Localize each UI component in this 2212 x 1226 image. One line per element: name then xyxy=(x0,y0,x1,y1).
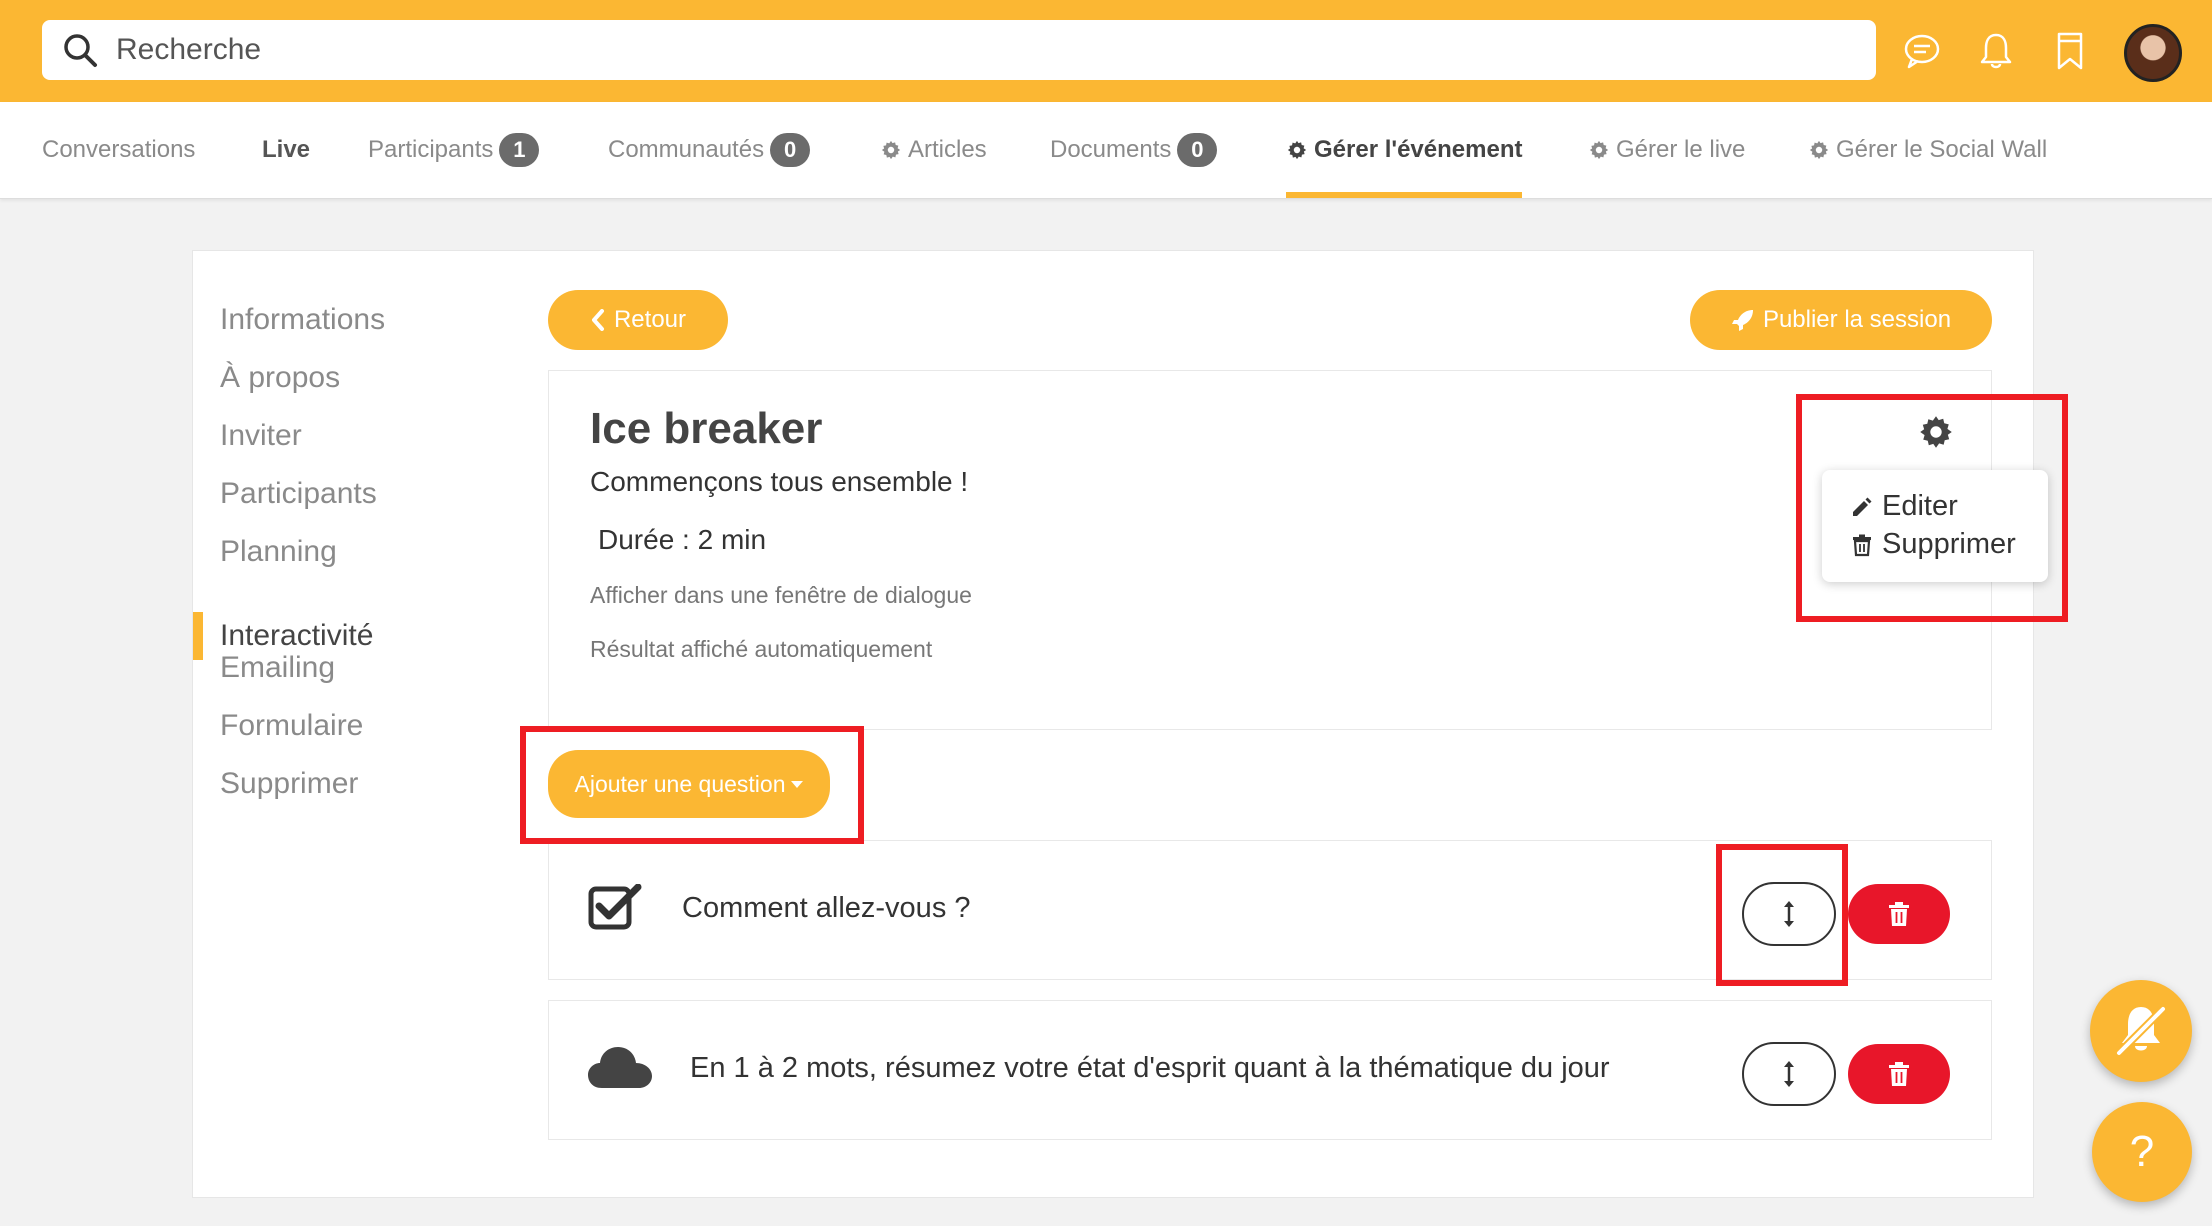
bookmark-icon[interactable] xyxy=(2050,31,2090,71)
reorder-button[interactable] xyxy=(1742,1042,1836,1106)
tab-label: Conversations xyxy=(42,136,196,163)
gear-icon xyxy=(1287,140,1307,160)
session-duration: Durée : 2 min xyxy=(598,524,767,555)
sidebar-item-planning[interactable]: Planning xyxy=(220,528,337,576)
publish-button[interactable]: Publier la session xyxy=(1690,290,1992,350)
cloud-icon xyxy=(588,1047,652,1088)
delete-question-button[interactable] xyxy=(1848,1044,1950,1104)
tab-conversations[interactable]: Conversations xyxy=(42,102,195,198)
sidebar-item-a-propos[interactable]: À propos xyxy=(220,354,340,402)
search-bar[interactable] xyxy=(42,20,1876,80)
trash-icon xyxy=(1889,902,1909,926)
sidebar-item-supprimer[interactable]: Supprimer xyxy=(220,760,358,808)
tab-participants[interactable]: Participants 1 xyxy=(368,102,540,198)
option-result: Résultat affiché automatiquement xyxy=(590,636,933,662)
tab-label: Participants xyxy=(368,136,494,163)
tab-gerer-social-wall[interactable]: Gérer le Social Wall xyxy=(1808,102,2047,198)
tab-gerer-live[interactable]: Gérer le live xyxy=(1588,102,1745,198)
nav-tabs: Conversations Live Participants 1 Commun… xyxy=(0,102,2212,199)
sort-arrows-icon xyxy=(1784,1061,1794,1087)
highlight-box-add-question xyxy=(520,726,864,844)
gear-icon xyxy=(881,140,901,160)
highlight-box-reorder xyxy=(1716,844,1848,986)
rocket-icon xyxy=(1731,310,1753,331)
trash-icon xyxy=(1889,1062,1909,1086)
search-icon xyxy=(64,34,97,67)
tab-articles[interactable]: Articles xyxy=(880,102,987,198)
tab-live[interactable]: Live xyxy=(262,102,310,198)
back-button[interactable]: Retour xyxy=(548,290,728,350)
help-button[interactable]: ? xyxy=(2092,1102,2192,1202)
sidebar-item-inviter[interactable]: Inviter xyxy=(220,412,302,460)
gear-icon xyxy=(1809,140,1829,160)
bell-slash-icon xyxy=(2116,1006,2166,1056)
chevron-left-icon xyxy=(591,309,604,331)
gear-icon xyxy=(1589,140,1609,160)
question-text: En 1 à 2 mots, résumez votre état d'espr… xyxy=(690,1052,1610,1084)
sidebar-item-informations[interactable]: Informations xyxy=(220,296,385,344)
delete-question-button[interactable] xyxy=(1848,884,1950,944)
option-dialog: Afficher dans une fenêtre de dialogue xyxy=(590,582,972,608)
sidebar-item-formulaire[interactable]: Formulaire xyxy=(220,702,363,750)
count-badge: 0 xyxy=(770,133,811,167)
count-badge: 1 xyxy=(499,133,540,167)
tab-label: Gérer l'événement xyxy=(1314,136,1523,163)
user-avatar[interactable] xyxy=(2124,24,2182,82)
publish-button-label: Publier la session xyxy=(1762,306,1952,333)
question-text: Comment allez-vous ? xyxy=(682,892,971,924)
tab-label: Live xyxy=(262,136,311,163)
sidebar-item-participants[interactable]: Participants xyxy=(220,470,377,518)
help-label: ? xyxy=(2129,1127,2155,1176)
checkbox-icon xyxy=(588,884,642,930)
bell-icon[interactable] xyxy=(1976,31,2016,71)
chat-icon[interactable] xyxy=(1902,31,1942,71)
tab-label: Gérer le live xyxy=(1616,136,1746,163)
search-input[interactable] xyxy=(114,32,1818,68)
tab-label: Articles xyxy=(908,136,987,163)
highlight-box-gear-menu xyxy=(1796,394,2068,622)
session-title: Ice breaker xyxy=(590,404,823,453)
tab-communautes[interactable]: Communautés 0 xyxy=(608,102,811,198)
tab-documents[interactable]: Documents 0 xyxy=(1050,102,1218,198)
tab-label: Communautés xyxy=(608,136,765,163)
top-bar xyxy=(0,0,2212,102)
tab-label: Documents xyxy=(1050,136,1172,163)
mute-notifications-button[interactable] xyxy=(2090,980,2192,1082)
back-button-label: Retour xyxy=(613,306,687,333)
active-indicator xyxy=(193,612,203,660)
count-badge: 0 xyxy=(1177,133,1218,167)
tab-gerer-evenement[interactable]: Gérer l'événement xyxy=(1286,102,1523,198)
tab-label: Gérer le Social Wall xyxy=(1836,136,2048,163)
session-subtitle: Commençons tous ensemble ! xyxy=(590,466,969,497)
sidebar-item-emailing[interactable]: Emailing xyxy=(220,644,335,692)
